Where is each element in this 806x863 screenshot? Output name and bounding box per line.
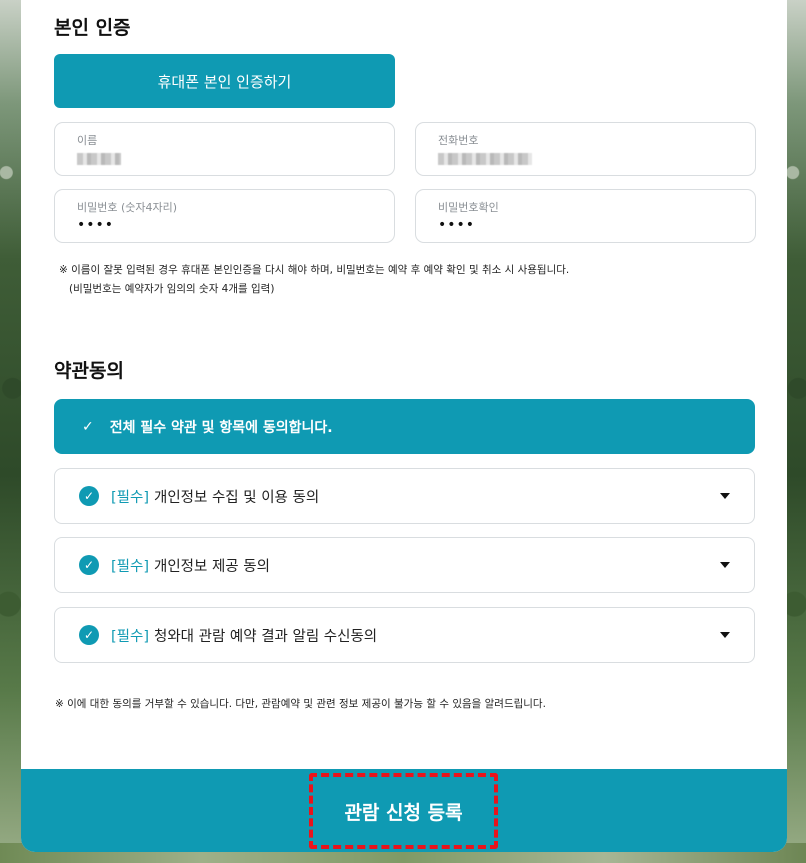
agree-item-label: 개인정보 수집 및 이용 동의: [154, 489, 320, 506]
name-field[interactable]: 이름: [54, 122, 395, 176]
password-field[interactable]: 비밀번호 (숫자4자리) ••••: [54, 189, 395, 243]
phone-field-label: 전화번호: [438, 134, 479, 147]
phone-verify-button[interactable]: 휴대폰 본인 인증하기: [54, 54, 395, 108]
agree-item-privacy-provision[interactable]: ✓ [필수] 개인정보 제공 동의: [54, 537, 755, 593]
password-confirm-field-label: 비밀번호확인: [438, 201, 499, 214]
check-circle-icon: ✓: [79, 486, 99, 506]
identity-note: ※ 이름이 잘못 입력된 경우 휴대폰 본인인증을 다시 해야 하며, 비밀번호…: [59, 261, 569, 299]
agree-all-button[interactable]: ✓ 전체 필수 약관 및 항목에 동의합니다.: [54, 399, 755, 454]
background-right: [787, 0, 806, 863]
agree-item-label: 청와대 관람 예약 결과 알림 수신동의: [154, 628, 378, 645]
password-field-label: 비밀번호 (숫자4자리): [77, 201, 178, 214]
name-value-redacted: [77, 153, 121, 165]
phone-value-redacted: [438, 153, 532, 165]
submit-registration-button[interactable]: 관람 신청 등록: [309, 773, 498, 849]
identity-section-title: 본인 인증: [54, 17, 131, 39]
form-card: 본인 인증 휴대폰 본인 인증하기 이름 전화번호 비밀번호 (숫자4자리) •…: [21, 0, 787, 852]
name-field-label: 이름: [77, 134, 98, 147]
submit-bar: 관람 신청 등록: [21, 769, 787, 852]
required-tag: [필수]: [111, 489, 149, 506]
agree-item-privacy-collection[interactable]: ✓ [필수] 개인정보 수집 및 이용 동의: [54, 468, 755, 524]
check-icon: ✓: [82, 418, 94, 435]
caret-down-icon[interactable]: [720, 632, 730, 638]
password-confirm-field-value: ••••: [438, 217, 476, 233]
background-left: [0, 0, 21, 863]
identity-note-line1: ※ 이름이 잘못 입력된 경우 휴대폰 본인인증을 다시 해야 하며, 비밀번호…: [59, 264, 570, 276]
password-confirm-field[interactable]: 비밀번호확인 ••••: [415, 189, 756, 243]
required-tag: [필수]: [111, 628, 149, 645]
check-circle-icon: ✓: [79, 625, 99, 645]
caret-down-icon[interactable]: [720, 493, 730, 499]
agree-item-notification[interactable]: ✓ [필수] 청와대 관람 예약 결과 알림 수신동의: [54, 607, 755, 663]
terms-note: ※ 이에 대한 동의를 거부할 수 있습니다. 다만, 관람예약 및 관련 정보…: [55, 698, 546, 710]
identity-note-line2: (비밀번호는 예약자가 임의의 숫자 4개를 입력): [69, 283, 275, 295]
password-field-value: ••••: [77, 217, 115, 233]
phone-field[interactable]: 전화번호: [415, 122, 756, 176]
terms-section-title: 약관동의: [54, 360, 124, 382]
check-circle-icon: ✓: [79, 555, 99, 575]
agree-all-label: 전체 필수 약관 및 항목에 동의합니다.: [109, 419, 333, 436]
caret-down-icon[interactable]: [720, 562, 730, 568]
required-tag: [필수]: [111, 558, 149, 575]
agree-item-label: 개인정보 제공 동의: [154, 558, 270, 575]
